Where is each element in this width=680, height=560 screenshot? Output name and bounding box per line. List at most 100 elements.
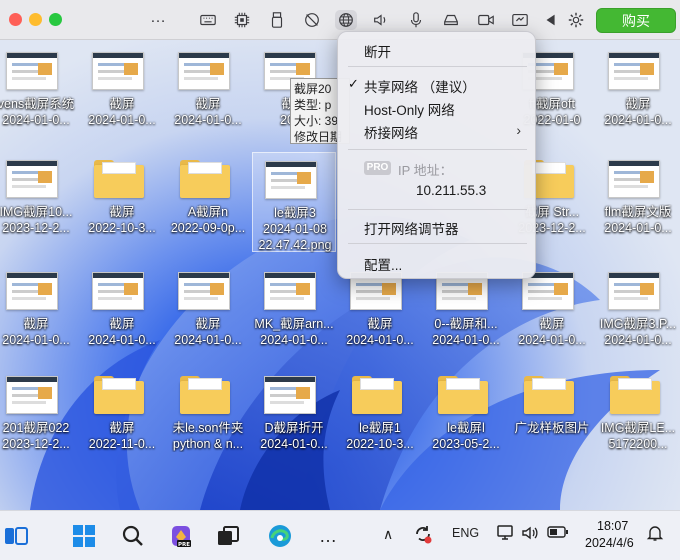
network-globe-icon[interactable] <box>335 10 357 30</box>
menu-item-disconnect[interactable]: 断开 <box>364 41 391 61</box>
notification-bell-icon[interactable] <box>646 524 664 542</box>
desktop-file-icon[interactable]: 未le.son件夹 python & n... <box>166 368 250 468</box>
desktop-file-icon[interactable]: IMG截屏LE... 5172200... <box>596 368 680 468</box>
more-options-button[interactable]: … <box>150 9 167 27</box>
file-label: 未le.son件夹 <box>172 421 244 435</box>
file-label: 截屏 <box>625 97 651 111</box>
desktop-file-icon[interactable]: le截屏l 2023-05-2... <box>424 368 508 468</box>
network-status-icon[interactable] <box>496 524 514 542</box>
image-thumbnail-icon <box>92 52 144 90</box>
file-label: 截屏 <box>109 97 135 111</box>
desktop-file-icon[interactable]: IMG截屏3.P... 2024-01-0... <box>596 264 680 364</box>
clock-date[interactable]: 2024/4/6 <box>585 536 634 550</box>
desktop-file-icon[interactable]: le截屏3 2024-01-08 22.47.42.png <box>252 152 336 252</box>
file-label: 截屏 <box>23 317 49 331</box>
file-sublabel: 2024-01-0... <box>260 333 328 347</box>
buy-button[interactable]: 购买 <box>596 8 676 33</box>
desktop-file-icon[interactable]: MK_截屏arn... 2024-01-0... <box>252 264 336 364</box>
menu-item-configure[interactable]: 配置... <box>364 254 402 274</box>
disk-icon[interactable] <box>440 10 462 30</box>
desktop-file-icon[interactable]: 截屏 2024-01-0... <box>0 264 78 364</box>
desktop-file-icon[interactable]: A截屏n 2022-09-0p... <box>166 152 250 252</box>
desktop-file-icon[interactable]: 截屏 2024-01-0... <box>596 44 680 144</box>
zoom-window-button[interactable] <box>49 13 62 26</box>
file-sublabel: 2023-12-2... <box>2 437 70 451</box>
desktop-file-icon[interactable]: IMG截屏10... 2023-12-2... <box>0 152 78 252</box>
edge-browser-icon[interactable] <box>264 520 296 552</box>
sync-icon[interactable] <box>412 523 434 545</box>
microphone-icon[interactable] <box>405 10 427 30</box>
show-hidden-icons-chevron-icon[interactable]: ∧ <box>383 526 393 543</box>
file-sublabel: 5172200... <box>608 437 668 451</box>
speaker-icon[interactable] <box>370 10 392 30</box>
menu-item-bridged-network[interactable]: 桥接网络 <box>364 122 418 142</box>
folder-icon <box>438 376 488 414</box>
menu-separator <box>348 209 527 210</box>
desktop-file-icon[interactable]: D截屏折开 2024-01-0... <box>252 368 336 468</box>
desktop-file-icon[interactable]: 201截屏022 2023-12-2... <box>0 368 78 468</box>
image-thumbnail-icon <box>608 160 660 198</box>
camera-off-icon[interactable] <box>301 10 323 30</box>
cpu-icon[interactable] <box>231 10 253 30</box>
file-label: flm截屏文版 <box>604 205 672 219</box>
desktop-file-icon[interactable]: 广龙样板图片 <box>510 368 594 468</box>
copilot-icon[interactable]: PRE <box>165 520 197 552</box>
folder-icon <box>94 160 144 198</box>
gear-icon[interactable] <box>565 10 587 30</box>
image-thumbnail-icon <box>178 272 230 310</box>
desktop-file-icon[interactable]: 截屏 2022-10-3... <box>80 152 164 252</box>
image-thumbnail-icon <box>6 272 58 310</box>
desktop-file-icon[interactable]: vens截屏系统 2024-01-0... <box>0 44 78 144</box>
input-method-indicator[interactable]: ENG <box>452 526 479 540</box>
chevron-right-icon: › <box>516 122 521 138</box>
usb-icon[interactable] <box>266 10 288 30</box>
minimize-window-button[interactable] <box>29 13 42 26</box>
search-icon[interactable] <box>117 520 149 552</box>
play-left-icon[interactable] <box>540 10 562 30</box>
file-sublabel: 2024-01-0... <box>174 113 242 127</box>
file-sublabel: 2023-12-2... <box>2 221 70 235</box>
widgets-icon[interactable] <box>0 520 32 552</box>
file-sublabel: 2024-01-0... <box>432 333 500 347</box>
menu-item-host-only[interactable]: Host-Only 网络 <box>364 99 455 119</box>
start-windows-icon[interactable] <box>68 520 100 552</box>
desktop-file-icon[interactable]: le截屏1 2022-10-3... <box>338 368 422 468</box>
video-camera-icon[interactable] <box>475 10 497 30</box>
svg-text:PRE: PRE <box>178 542 190 548</box>
file-sublabel: python & n... <box>172 437 244 451</box>
battery-icon[interactable] <box>547 525 569 539</box>
desktop-file-icon[interactable]: flm截屏文版 2024-01-0... <box>596 152 680 252</box>
file-label: IMG截屏3.P... <box>599 317 677 331</box>
desktop-file-icon[interactable]: 0--截屏和... 2024-01-0... <box>424 264 508 364</box>
file-sublabel: 2024-01-0... <box>604 333 672 347</box>
clock-time[interactable]: 18:07 <box>597 519 628 533</box>
desktop-file-icon[interactable]: 截屏 2024-01-0... <box>80 44 164 144</box>
desktop-file-icon[interactable]: 截屏 2024-01-0... <box>510 264 594 364</box>
folder-icon <box>610 376 660 414</box>
keyboard-icon[interactable] <box>197 10 219 30</box>
task-view-icon[interactable] <box>212 520 244 552</box>
file-sublabel-2: 22.47.42.png <box>258 238 332 252</box>
file-label: IMG截屏10... <box>0 205 73 219</box>
menu-item-shared-network[interactable]: 共享网络 （建议） <box>364 76 476 96</box>
desktop-file-icon[interactable]: 截屏 2024-01-0... <box>166 264 250 364</box>
image-thumbnail-icon <box>6 376 58 414</box>
desktop-file-icon[interactable]: 截屏 2024-01-0... <box>166 44 250 144</box>
image-thumbnail-icon <box>6 160 58 198</box>
checkmark-icon: ✓ <box>348 76 359 91</box>
desktop-file-icon[interactable]: 截屏 2022-11-0... <box>80 368 164 468</box>
volume-icon[interactable] <box>521 524 539 542</box>
file-sublabel: 2022-11-0... <box>88 437 156 451</box>
desktop-file-icon[interactable]: 截屏 2024-01-0... <box>80 264 164 364</box>
desktop-file-icon[interactable]: 截屏 2024-01-0... <box>338 264 422 364</box>
pro-badge: PRO <box>364 161 391 175</box>
file-label: 截屏 <box>195 317 221 331</box>
file-sublabel: 2024-01-0... <box>174 333 242 347</box>
folder-icon <box>524 376 574 414</box>
menu-item-open-network-adjuster[interactable]: 打开网络调节器 <box>364 218 459 238</box>
file-label: 截屏 <box>109 205 135 219</box>
more-apps-icon[interactable]: … <box>312 520 344 552</box>
close-window-button[interactable] <box>9 13 22 26</box>
screen-share-icon[interactable] <box>509 10 531 30</box>
file-label: le截屏l <box>447 421 485 435</box>
